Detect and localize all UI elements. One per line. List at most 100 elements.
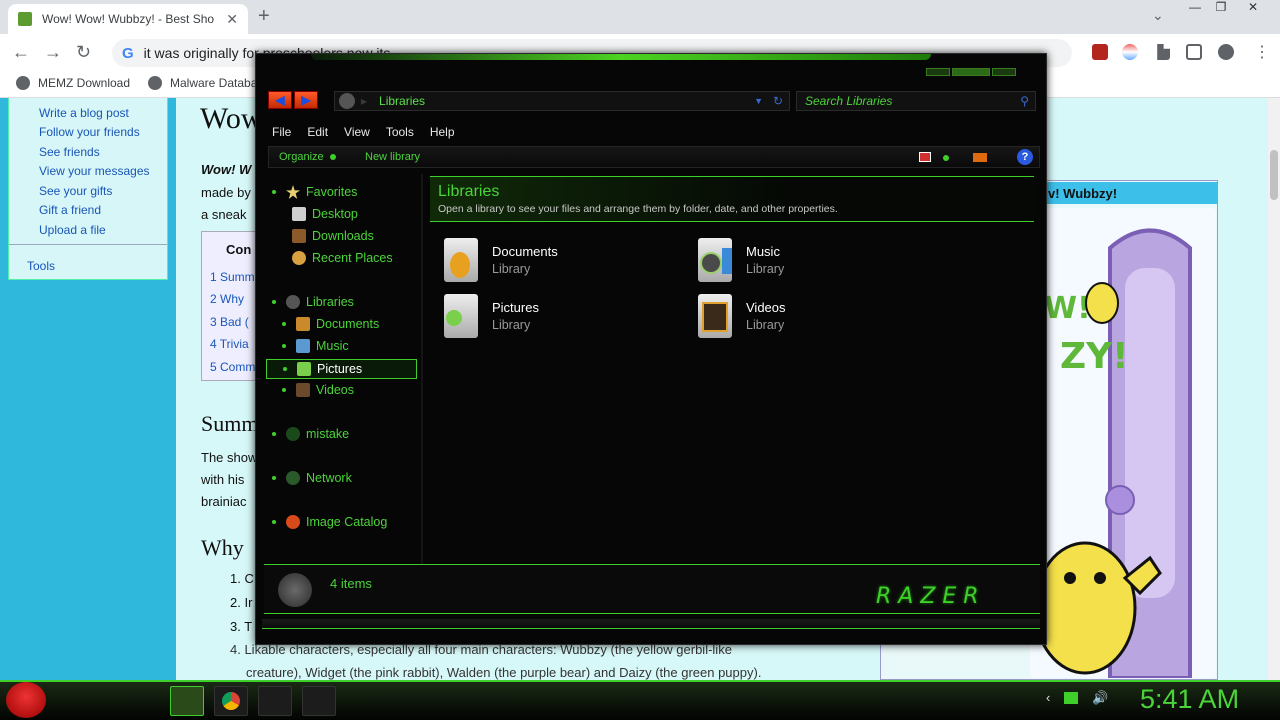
explorer-back-icon[interactable]: ◀ [268,91,292,109]
help-icon[interactable]: ? [1017,149,1033,165]
nav-desktop[interactable]: Desktop [292,207,358,221]
nav-recent-places[interactable]: Recent Places [292,251,393,265]
user-sidebar: Write a blog post Follow your friends Se… [8,98,168,280]
library-pictures[interactable]: Pictures Library [444,294,539,338]
sidebar-link[interactable]: Follow your friends [39,125,140,139]
profile-avatar-icon[interactable] [1218,44,1234,60]
forward-icon[interactable]: → [44,42,62,63]
explorer-address-bar[interactable]: ▸ Libraries ▼ ↻ [334,91,790,111]
music-icon [296,339,310,353]
menu-tools[interactable]: Tools [378,122,422,144]
bookmark-memz[interactable]: MEMZ Download [16,76,130,90]
desktop-icon [292,207,306,221]
side-panel-icon[interactable] [1186,44,1202,60]
menu-view[interactable]: View [336,122,378,144]
view-options-icon[interactable] [919,152,931,162]
documents-library-icon [444,238,478,282]
bookmark-malware[interactable]: Malware Databa [148,76,257,90]
nav-pictures[interactable]: Pictures [266,359,418,379]
shield-extension-icon[interactable] [1092,44,1108,60]
library-videos[interactable]: Videos Library [698,294,786,338]
site-favicon-icon [18,12,32,26]
more-menu-icon[interactable]: ⋮ [1254,42,1270,62]
nav-image-catalog[interactable]: Image Catalog [272,515,387,529]
explorer-forward-icon[interactable]: ▶ [294,91,318,109]
search-icon[interactable]: ⚲ [1020,94,1029,108]
monitor-taskbar-icon[interactable] [258,686,292,716]
nav-music[interactable]: Music [282,339,349,353]
explorer-search-input[interactable]: Search Libraries ⚲ [796,91,1036,111]
tray-overflow-icon[interactable]: ‹ [1046,690,1050,706]
nav-mistake[interactable]: mistake [272,427,349,441]
sidebar-link[interactable]: Write a blog post [39,106,129,120]
explorer-window: ◀ ▶ ▸ Libraries ▼ ↻ Search Libraries ⚲ F… [255,53,1047,645]
menu-edit[interactable]: Edit [299,122,336,144]
browser-tab[interactable]: Wow! Wow! Wubbzy! - Best Sho ✕ [8,4,248,34]
notepad-taskbar-icon[interactable] [302,686,336,716]
start-button[interactable] [6,682,46,718]
libraries-description: Open a library to see your files and arr… [438,203,838,215]
organize-button[interactable]: Organize [279,151,336,163]
nav-videos[interactable]: Videos [282,383,354,397]
library-music[interactable]: Music Library [698,238,784,282]
reload-icon[interactable]: ↻ [76,42,91,63]
view-dropdown-dot-icon[interactable] [943,155,949,161]
scrollbar-thumb[interactable] [1270,150,1278,200]
taskbar-clock[interactable]: 5:41 AM [1140,684,1239,715]
profile-extension-icon[interactable] [1122,44,1138,60]
address-dropdown-icon[interactable]: ▼ [754,96,763,106]
library-type: Library [746,262,785,276]
nav-label: mistake [306,427,350,441]
new-tab-button[interactable]: + [258,5,270,28]
library-documents[interactable]: Documents Library [444,238,558,282]
close-tab-icon[interactable]: ✕ [226,11,238,28]
volume-icon[interactable]: 🔊 [1092,690,1108,706]
close-window-button[interactable]: ✕ [1240,0,1266,18]
nav-buttons: ◀ ▶ [268,91,318,111]
nav-favorites[interactable]: Favorites [272,185,357,199]
title-glow [311,54,931,60]
svg-text:W!: W! [1044,291,1091,326]
navigation-pane: Favorites Desktop Downloads Recent Place… [266,174,422,562]
nav-documents[interactable]: Documents [282,317,379,331]
new-library-button[interactable]: New library [365,151,420,163]
toc-item[interactable]: 3 Bad ( [210,315,249,329]
toc-item[interactable]: 4 Trivia [210,337,249,351]
menu-file[interactable]: File [264,122,299,144]
sidebar-link[interactable]: See your gifts [39,184,112,198]
nav-downloads[interactable]: Downloads [292,229,374,243]
intro-line: made by [201,185,251,200]
sidebar-link[interactable]: Gift a friend [39,203,101,217]
command-bar: Organize New library ? [268,146,1040,168]
chrome-taskbar-icon[interactable] [214,686,248,716]
sidebar-link[interactable]: Upload a file [39,223,106,237]
nav-network[interactable]: Network [272,471,352,485]
battery-icon[interactable] [1064,692,1079,704]
toc-item[interactable]: 5 Comm [210,360,255,374]
minimize-button[interactable]: — [1182,0,1208,18]
tab-search-icon[interactable]: ⌄ [1152,7,1164,24]
sidebar-link[interactable]: See friends [39,145,100,159]
pane-splitter[interactable] [421,174,423,564]
explorer-close-button[interactable] [992,68,1016,76]
explorer-minimize-button[interactable] [926,68,950,76]
back-icon[interactable]: ← [12,42,30,63]
music-library-icon [698,238,732,282]
explorer-maximize-button[interactable] [952,68,990,76]
list-item: 3. T [230,619,253,634]
nav-label: Recent Places [312,251,393,265]
nav-libraries[interactable]: Libraries [272,295,354,309]
wubbzy-cartoon-image: W! ZY! [1030,208,1216,678]
sidebar-link[interactable]: View your messages [39,164,150,178]
breadcrumb-chevron-icon[interactable]: ▸ [361,94,367,108]
menu-help[interactable]: Help [422,122,463,144]
nav-label: Music [316,339,349,353]
maximize-button[interactable]: ❐ [1208,0,1234,18]
sidebar-tools-link[interactable]: Tools [27,259,55,273]
toc-item[interactable]: 1 Summ [210,270,255,284]
razer-logo: RAZER [876,584,986,609]
refresh-icon[interactable]: ↻ [773,94,783,108]
toc-item[interactable]: 2 Why [210,292,244,306]
explorer-taskbar-icon[interactable] [170,686,204,716]
preview-pane-icon[interactable] [973,153,987,162]
